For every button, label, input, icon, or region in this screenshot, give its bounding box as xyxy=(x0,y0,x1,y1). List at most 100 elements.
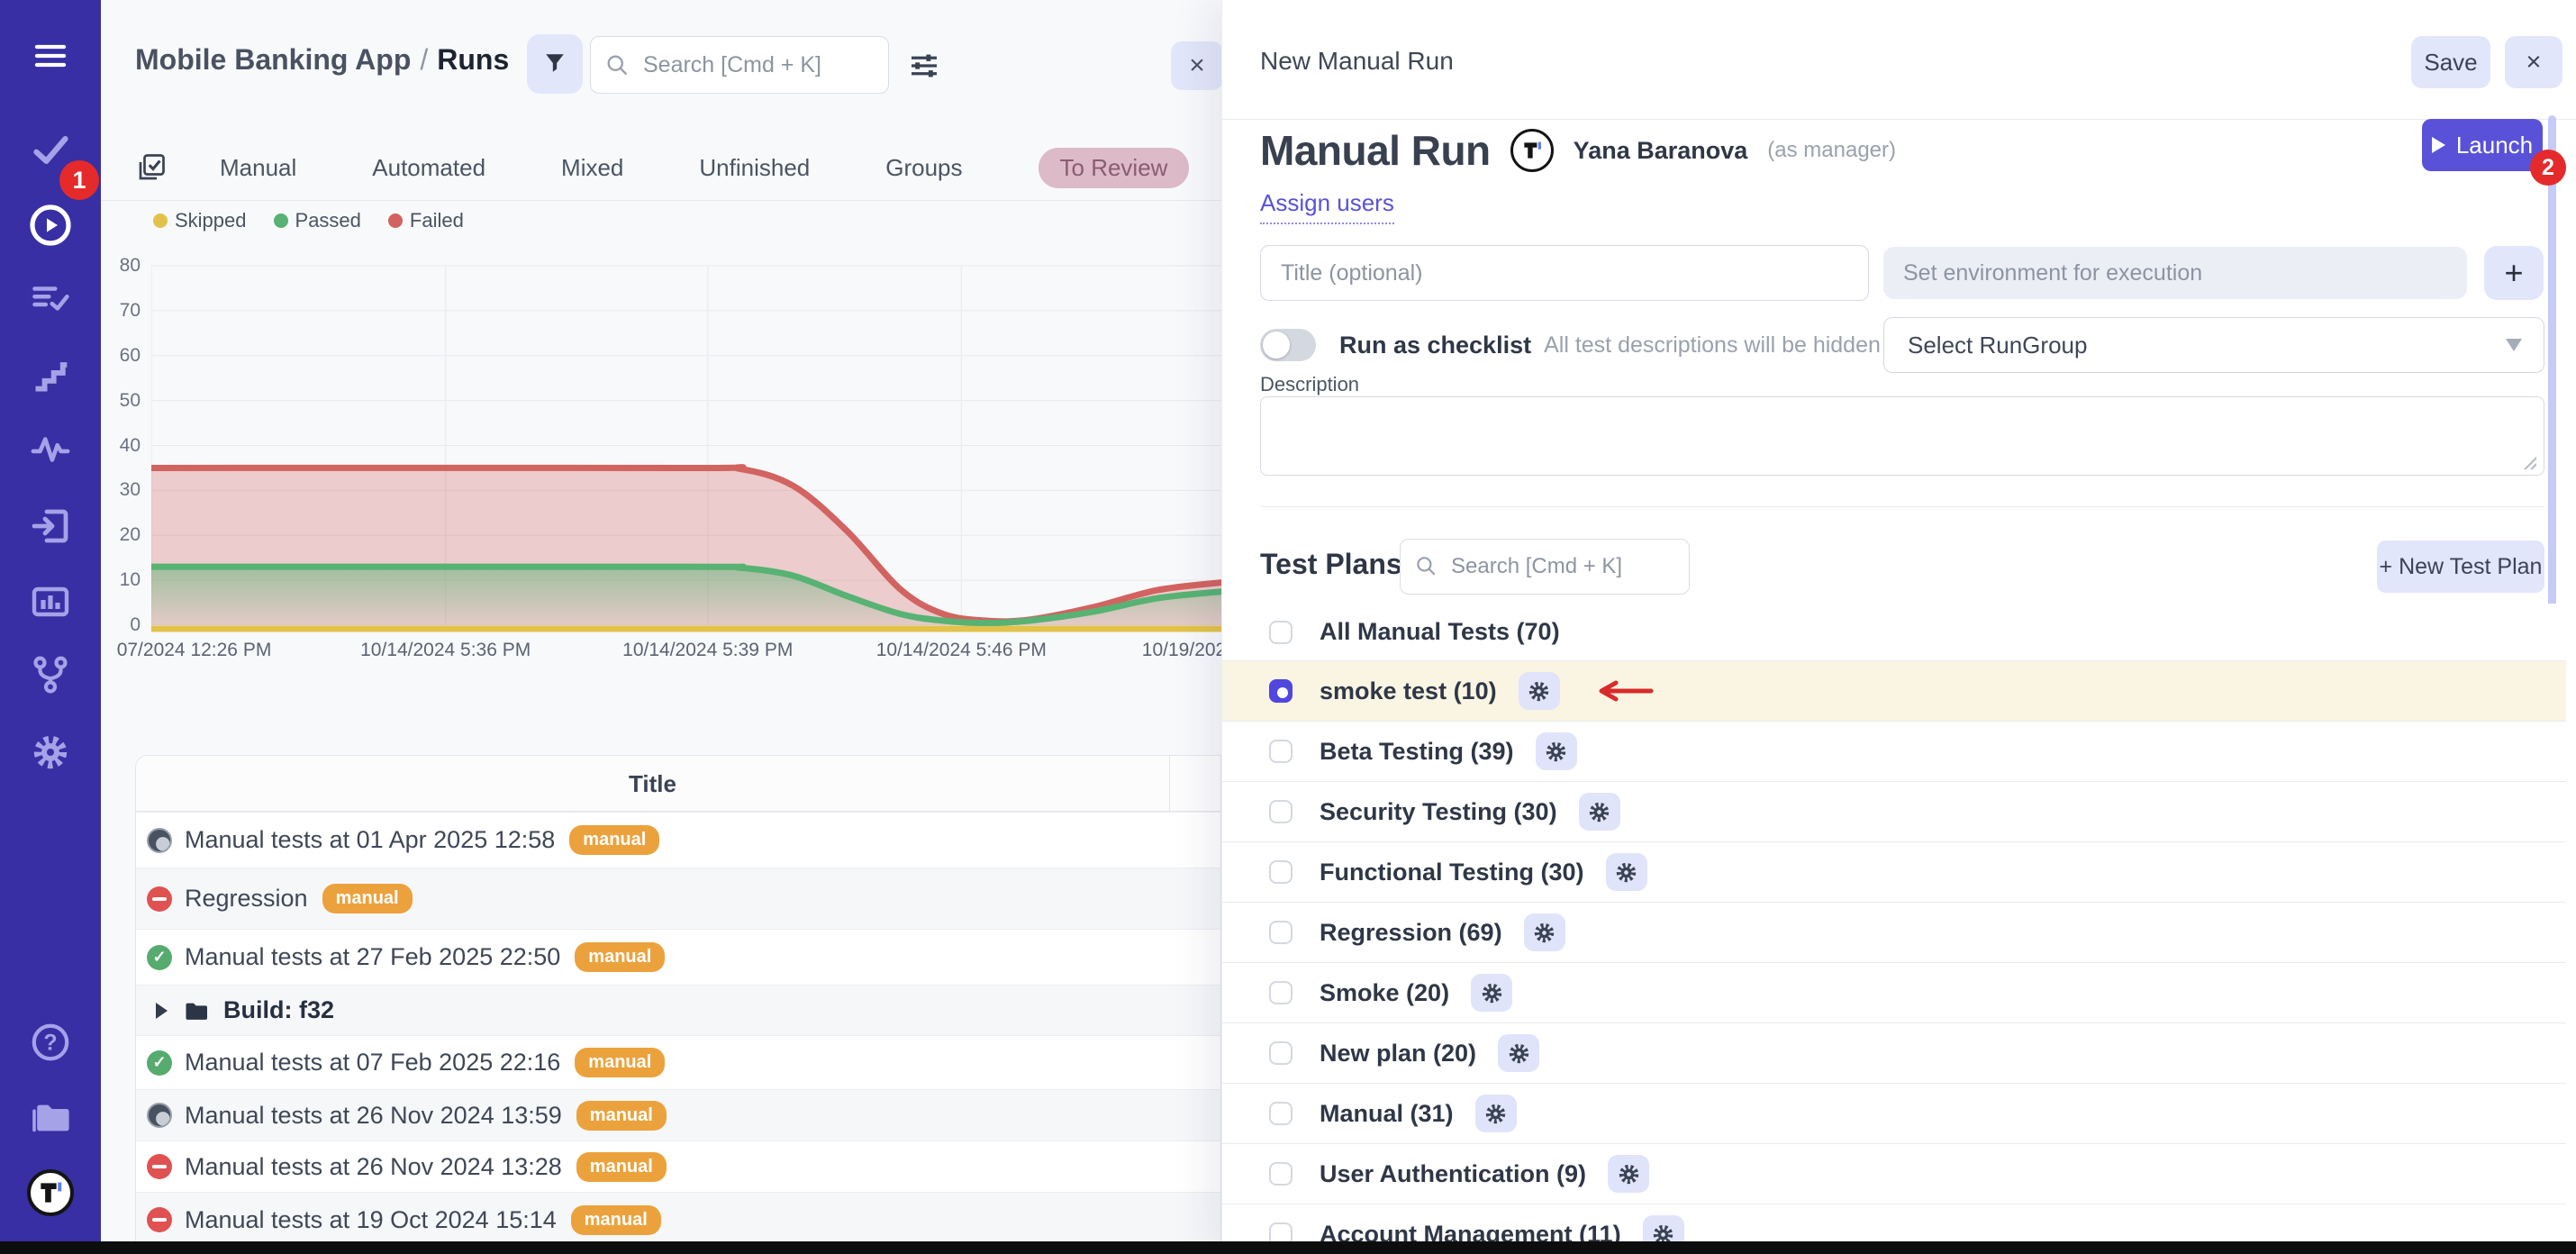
test-plan-row[interactable]: Beta Testing (39) xyxy=(1222,721,2566,781)
test-plan-row[interactable]: Manual (31) xyxy=(1222,1083,2566,1143)
table-row[interactable]: Manual tests at 19 Oct 2024 15:14 manual xyxy=(136,1192,1220,1247)
add-environment-button[interactable]: + xyxy=(2484,246,2544,300)
plan-checkbox[interactable] xyxy=(1269,1102,1293,1125)
branch-icon[interactable] xyxy=(30,654,71,695)
plan-label: smoke test (10) xyxy=(1320,677,1497,705)
window-bottom-edge xyxy=(0,1241,2576,1254)
run-title[interactable]: Manual tests at 27 Feb 2025 22:50 xyxy=(185,943,560,971)
status-failed-icon xyxy=(147,1207,172,1232)
manual-badge: manual xyxy=(575,1048,665,1077)
manager-avatar[interactable] xyxy=(1510,129,1554,172)
plan-settings-button[interactable] xyxy=(1606,853,1647,891)
list-check-icon[interactable] xyxy=(30,279,71,317)
run-title[interactable]: Regression xyxy=(185,885,308,913)
help-icon[interactable]: ? xyxy=(30,1022,71,1063)
table-row[interactable]: ✓ Manual tests at 27 Feb 2025 22:50 manu… xyxy=(136,929,1220,985)
table-row-build-group[interactable]: Build: f32 xyxy=(136,985,1220,1035)
plan-settings-button[interactable] xyxy=(1519,672,1560,710)
sign-in-icon[interactable] xyxy=(29,504,72,548)
launch-count-badge: 2 xyxy=(2530,150,2566,186)
chevron-down-icon xyxy=(2506,339,2522,351)
assign-users-link[interactable]: Assign users xyxy=(1260,189,1394,224)
plan-checkbox[interactable] xyxy=(1269,621,1293,644)
runs-table: Title Manual tests at 01 Apr 2025 12:58 … xyxy=(135,755,1221,1248)
plan-settings-button[interactable] xyxy=(1579,793,1620,831)
column-title[interactable]: Title xyxy=(136,756,1169,812)
table-row[interactable]: Manual tests at 26 Nov 2024 13:28 manual xyxy=(136,1140,1220,1192)
drawer-close-button[interactable]: × xyxy=(2505,36,2562,88)
plan-label: User Authentication (9) xyxy=(1320,1160,1586,1188)
bar-chart-icon[interactable] xyxy=(29,580,72,623)
status-in-progress-icon xyxy=(147,828,172,853)
run-title[interactable]: Manual tests at 01 Apr 2025 12:58 xyxy=(185,826,555,854)
plan-checkbox[interactable] xyxy=(1269,921,1293,944)
plan-checkbox[interactable] xyxy=(1269,981,1293,1004)
test-plans-search-input[interactable] xyxy=(1400,539,1690,595)
launch-button[interactable]: Launch xyxy=(2422,119,2543,171)
plan-settings-button[interactable] xyxy=(1475,1095,1517,1132)
plan-settings-button[interactable] xyxy=(1471,974,1512,1012)
run-title-input[interactable] xyxy=(1260,245,1869,301)
plan-checkbox[interactable] xyxy=(1269,800,1293,823)
description-label: Description xyxy=(1260,373,1359,396)
status-passed-icon: ✓ xyxy=(147,1050,172,1076)
test-plan-row[interactable]: Functional Testing (30) xyxy=(1222,841,2566,902)
checklist-hint: All test descriptions will be hidden xyxy=(1544,332,1881,359)
build-folder-icon xyxy=(182,997,209,1024)
test-plan-row[interactable]: New plan (20) xyxy=(1222,1022,2566,1083)
plan-checkbox[interactable] xyxy=(1269,860,1293,884)
plan-settings-button[interactable] xyxy=(1524,913,1565,951)
menu-icon[interactable] xyxy=(32,38,69,74)
test-plans-heading: Test Plans xyxy=(1260,548,1402,581)
test-plan-row[interactable]: Security Testing (30) xyxy=(1222,781,2566,841)
runs-trend-chart: 01020304050607080 07/2024 12:26 PM10/14/… xyxy=(101,0,1221,685)
test-plan-row[interactable]: User Authentication (9) xyxy=(1222,1143,2566,1204)
runs-page: Mobile Banking App/Runs × Manual Automat… xyxy=(101,0,1221,1254)
plan-settings-button[interactable] xyxy=(1608,1155,1649,1193)
table-row[interactable]: Manual tests at 01 Apr 2025 12:58 manual xyxy=(136,812,1220,868)
run-title[interactable]: Manual tests at 19 Oct 2024 15:14 xyxy=(185,1206,557,1234)
build-group-title[interactable]: Build: f32 xyxy=(223,996,334,1024)
run-title[interactable]: Manual tests at 26 Nov 2024 13:28 xyxy=(185,1153,562,1181)
plan-settings-button[interactable] xyxy=(1536,732,1577,770)
save-button[interactable]: Save xyxy=(2411,36,2490,88)
steps-icon[interactable] xyxy=(31,355,70,395)
divider xyxy=(1222,119,2576,120)
activity-icon[interactable] xyxy=(30,429,71,470)
run-title[interactable]: Manual tests at 07 Feb 2025 22:16 xyxy=(185,1049,560,1077)
plan-checkbox[interactable] xyxy=(1269,1162,1293,1186)
table-row[interactable]: ✓ Manual tests at 07 Feb 2025 22:16 manu… xyxy=(136,1035,1220,1089)
settings-icon[interactable] xyxy=(30,732,71,773)
test-plan-row[interactable]: Smoke (20) xyxy=(1222,962,2566,1022)
check-icon[interactable] xyxy=(31,130,70,169)
new-test-plan-button[interactable]: + New Test Plan xyxy=(2377,541,2544,593)
environment-input[interactable] xyxy=(1883,247,2467,299)
folder-icon[interactable] xyxy=(29,1095,72,1139)
table-row[interactable]: Manual tests at 26 Nov 2024 13:59 manual xyxy=(136,1089,1220,1140)
play-circle-icon[interactable] xyxy=(29,204,72,247)
plan-label: Beta Testing (39) xyxy=(1320,738,1514,766)
search-icon xyxy=(1414,554,1438,582)
test-plan-row-selected[interactable]: smoke test (10) xyxy=(1222,660,2566,721)
run-as-checklist-toggle[interactable] xyxy=(1260,329,1316,361)
app-logo[interactable] xyxy=(27,1169,74,1216)
table-row[interactable]: Regression manual xyxy=(136,868,1220,929)
annotation-arrow-icon xyxy=(1592,679,1655,703)
plan-label: All Manual Tests (70) xyxy=(1320,618,1560,646)
plan-checkbox[interactable] xyxy=(1269,740,1293,763)
rungroup-select[interactable]: Select RunGroup xyxy=(1883,317,2544,373)
plan-checkbox-checked[interactable] xyxy=(1269,679,1293,703)
plan-label: Regression (69) xyxy=(1320,919,1502,947)
run-title[interactable]: Manual tests at 26 Nov 2024 13:59 xyxy=(185,1102,562,1130)
plan-settings-button[interactable] xyxy=(1498,1034,1539,1072)
plan-label: New plan (20) xyxy=(1320,1040,1476,1068)
expand-caret-icon[interactable] xyxy=(156,1003,168,1019)
plan-label: Manual (31) xyxy=(1320,1100,1454,1128)
manual-badge: manual xyxy=(576,1152,667,1182)
manual-badge: manual xyxy=(576,1101,667,1131)
test-plan-row[interactable]: Regression (69) xyxy=(1222,902,2566,962)
description-textarea[interactable] xyxy=(1260,396,2544,476)
plan-checkbox[interactable] xyxy=(1269,1041,1293,1065)
test-plan-row[interactable]: All Manual Tests (70) xyxy=(1222,604,2566,660)
status-failed-icon xyxy=(147,1154,172,1179)
